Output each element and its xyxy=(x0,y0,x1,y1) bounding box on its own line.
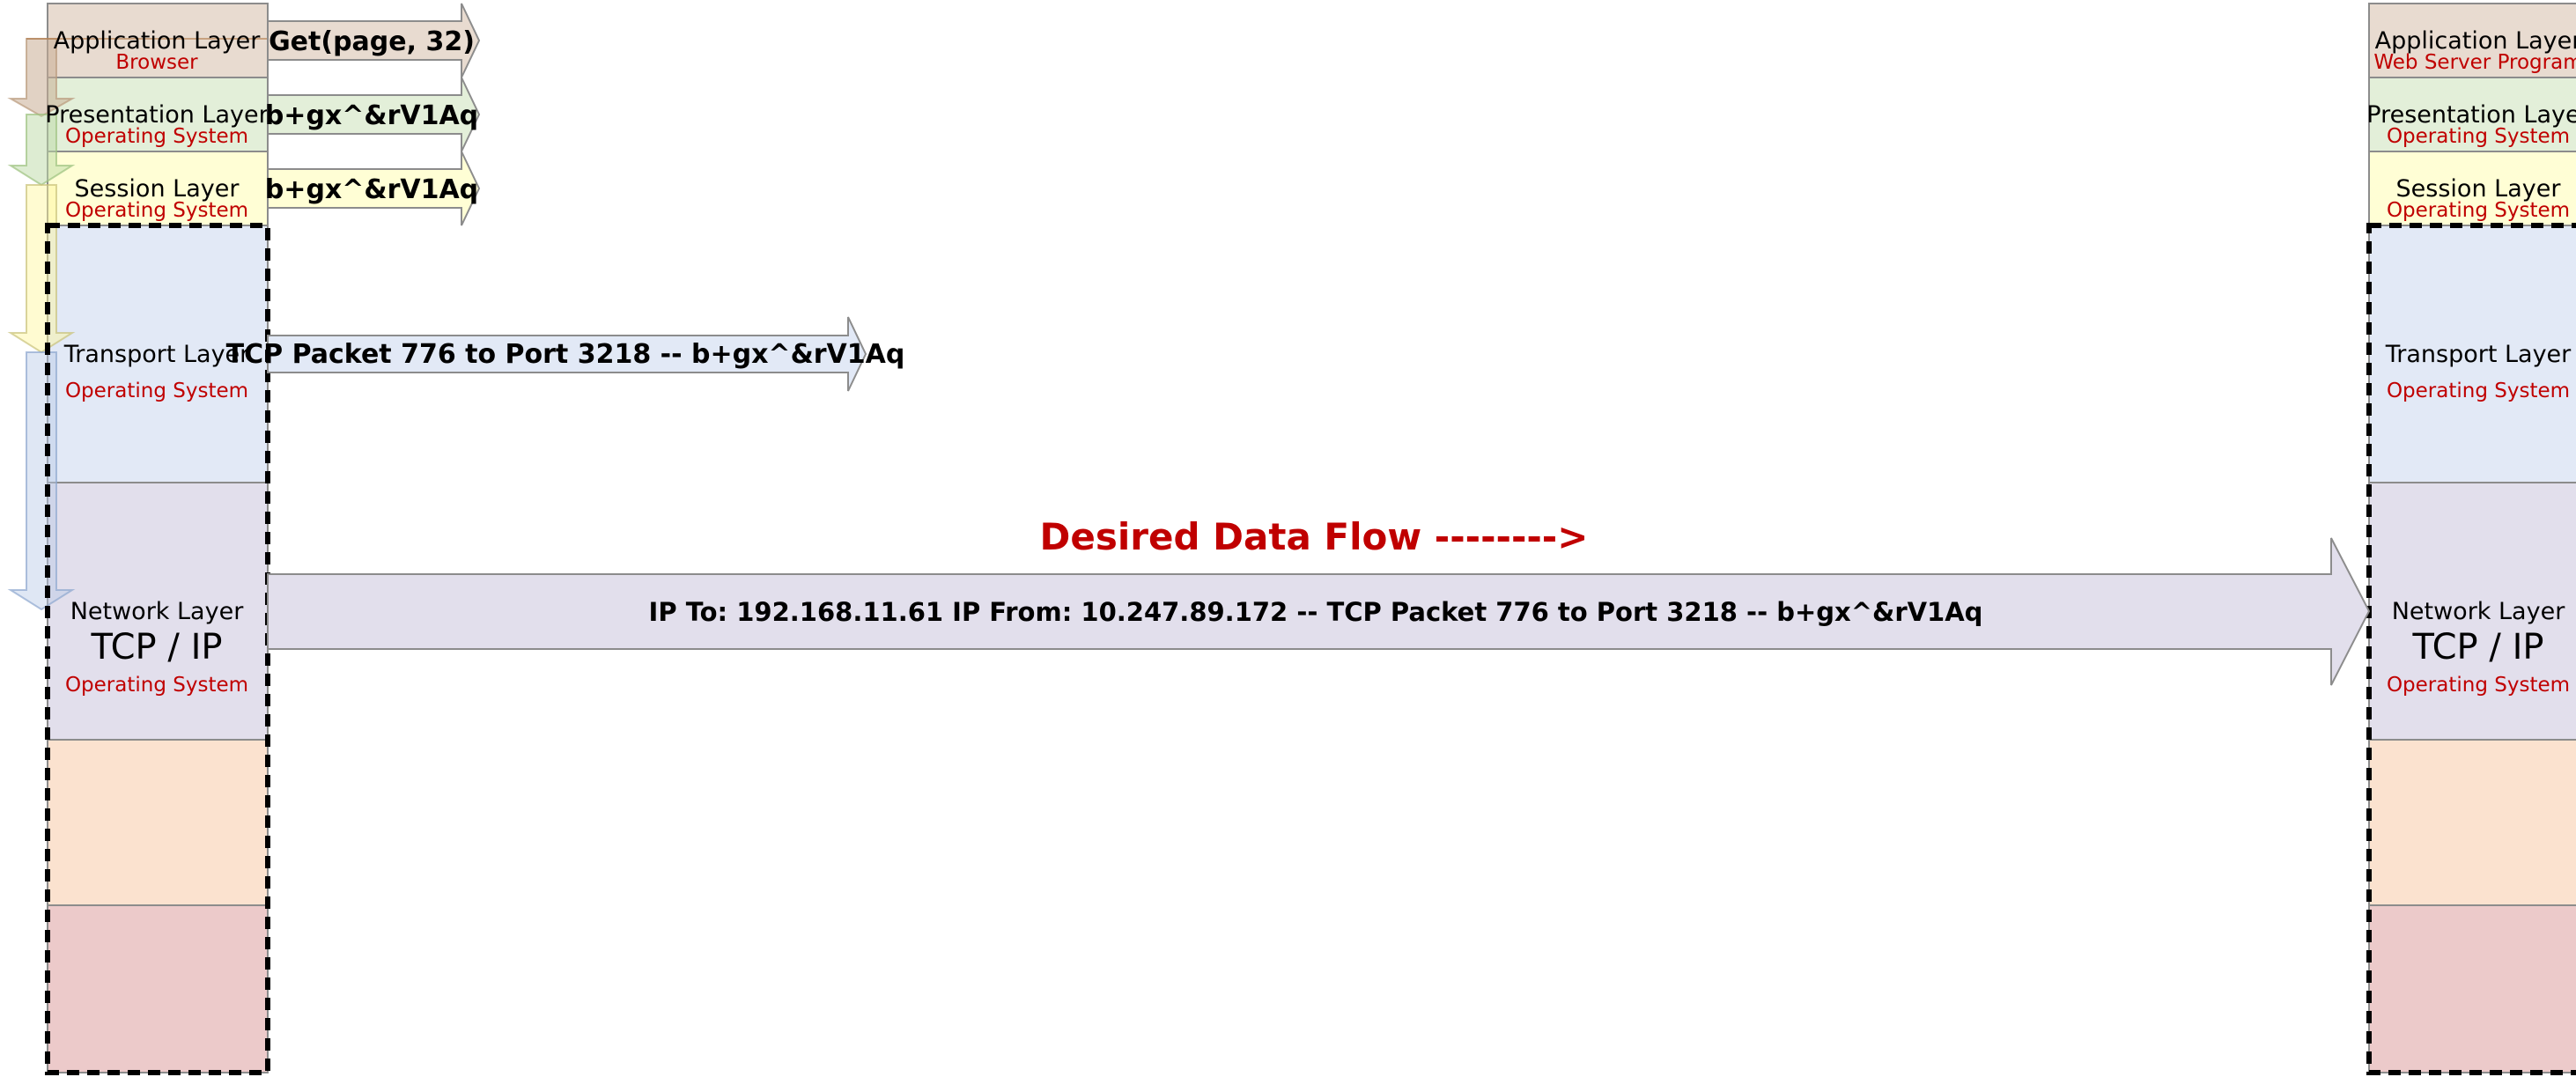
left-presentation-sub: Operating System xyxy=(65,125,248,148)
right-network-big: TCP / IP xyxy=(2412,627,2544,668)
right-stack: Application Layer Web Server Program Pre… xyxy=(2366,3,2576,1075)
left-transport-name: Transport Layer xyxy=(63,341,250,368)
network-arrow-label: IP To: 192.168.11.61 IP From: 10.247.89.… xyxy=(649,597,1983,627)
right-network-sub: Operating System xyxy=(2387,674,2570,697)
right-transport-sub: Operating System xyxy=(2387,380,2570,402)
right-datalink-layer xyxy=(2368,739,2576,906)
transport-arrow-label: TCP Packet 776 to Port 3218 -- b+gx^&rV1… xyxy=(226,339,905,370)
right-application-sub: Web Server Program xyxy=(2373,51,2576,74)
left-physical-layer xyxy=(47,904,269,1073)
session-arrow-label: b+gx^&rV1Aq xyxy=(265,174,478,205)
right-network-name: Network Layer xyxy=(2392,598,2565,625)
left-network-sub: Operating System xyxy=(65,674,248,697)
left-network-big: TCP / IP xyxy=(91,627,223,668)
osi-data-flow-diagram: Application Layer Browser Presentation L… xyxy=(7,3,2576,1075)
left-transport-sub: Operating System xyxy=(65,380,248,402)
left-datalink-layer xyxy=(47,739,269,906)
desired-data-flow-title: Desired Data Flow --------> xyxy=(1040,515,1589,558)
right-presentation-sub: Operating System xyxy=(2387,125,2570,148)
left-application-sub: Browser xyxy=(115,51,198,74)
data-arrows: Get(page, 32) b+gx^&rV1Aq b+gx^&rV1Aq TC… xyxy=(226,3,2371,686)
right-physical-layer xyxy=(2368,904,2576,1073)
right-session-sub: Operating System xyxy=(2387,199,2570,222)
left-session-sub: Operating System xyxy=(65,199,248,222)
left-network-name: Network Layer xyxy=(70,598,244,625)
right-transport-name: Transport Layer xyxy=(2385,341,2572,368)
application-arrow-label: Get(page, 32) xyxy=(269,26,475,57)
presentation-arrow-label: b+gx^&rV1Aq xyxy=(265,100,478,131)
left-stack: Application Layer Browser Presentation L… xyxy=(7,3,270,1075)
